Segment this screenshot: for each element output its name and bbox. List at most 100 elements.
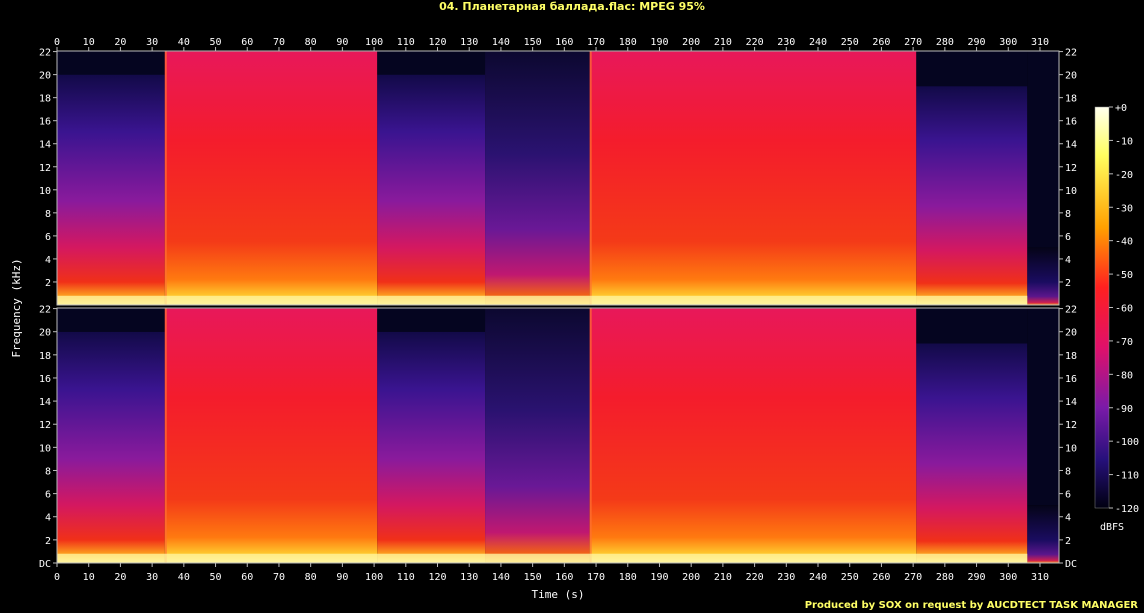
spectrum-segment <box>916 86 1028 305</box>
x-axis-label: Time (s) <box>532 588 585 601</box>
channel-panel-right <box>56 307 1060 564</box>
y-tick-label: 18 <box>39 94 51 105</box>
cutoff-region <box>1027 308 1059 506</box>
spectrum-segment <box>485 308 590 563</box>
x-tick-label: 170 <box>587 37 605 48</box>
y-tick-label: 2 <box>1065 278 1071 289</box>
y-tick-label: 20 <box>39 328 51 339</box>
x-tick-label: 280 <box>936 572 954 583</box>
x-tick-label: 80 <box>305 572 317 583</box>
x-tick-label: 110 <box>397 37 415 48</box>
x-tick-label: 230 <box>777 37 795 48</box>
colorbar-tick-label: -70 <box>1115 337 1133 348</box>
x-tick-label: 80 <box>305 37 317 48</box>
y-tick-label: 8 <box>45 209 51 220</box>
colorbar-tick-label: -100 <box>1115 437 1139 448</box>
x-tick-label: 10 <box>83 37 95 48</box>
y-tick-label: 2 <box>45 278 51 289</box>
y-tick-label: 12 <box>1065 163 1077 174</box>
x-tick-label: 140 <box>492 572 510 583</box>
x-tick-label: 60 <box>241 37 253 48</box>
x-tick-label: 150 <box>524 572 542 583</box>
colorbar-tick-label: -10 <box>1115 136 1133 147</box>
cutoff-region <box>916 308 1028 344</box>
x-tick-label: 310 <box>1031 572 1049 583</box>
cutoff-region <box>57 51 165 75</box>
x-tick-label: 210 <box>714 37 732 48</box>
x-tick-label: 260 <box>872 572 890 583</box>
spectrum-segment <box>377 74 486 306</box>
y-tick-label: 16 <box>39 117 51 128</box>
cutoff-region <box>1027 51 1059 248</box>
x-tick-label: 90 <box>336 572 348 583</box>
x-tick-label: 40 <box>178 37 190 48</box>
producer-credit: Produced by SOX on request by AUCDTECT T… <box>804 600 1138 611</box>
y-tick-label: 20 <box>39 71 51 82</box>
x-tick-label: 210 <box>714 572 732 583</box>
x-tick-label: 160 <box>555 37 573 48</box>
y-tick-label: 6 <box>1065 232 1071 243</box>
x-tick-label: 270 <box>904 572 922 583</box>
cutoff-region <box>377 51 486 75</box>
y-tick-label: 22 <box>1065 48 1077 59</box>
x-tick-label: 0 <box>54 572 60 583</box>
x-tick-label: 30 <box>146 572 158 583</box>
x-tick-label: 130 <box>460 572 478 583</box>
x-tick-label: 150 <box>524 37 542 48</box>
x-tick-label: 250 <box>841 572 859 583</box>
x-tick-label: 130 <box>460 37 478 48</box>
colorbar-tick-label: -90 <box>1115 404 1133 415</box>
y-tick-label: 6 <box>45 232 51 243</box>
cutoff-region <box>57 308 165 332</box>
y-tick-label: 2 <box>1065 536 1071 547</box>
spectrum-segment <box>485 51 590 306</box>
spectrum-segment <box>377 331 486 563</box>
y-tick-label: 10 <box>39 443 51 454</box>
y-tick-label: 20 <box>1065 71 1077 82</box>
spectrum-segment <box>1027 247 1059 305</box>
y-tick-label: 20 <box>1065 328 1077 339</box>
x-tick-label: 70 <box>273 572 285 583</box>
y-tick-label: 8 <box>1065 466 1071 477</box>
x-tick-label: 250 <box>841 37 859 48</box>
x-tick-label: 190 <box>650 37 668 48</box>
x-tick-label: 180 <box>619 572 637 583</box>
x-tick-label: 200 <box>682 572 700 583</box>
x-tick-label: 90 <box>336 37 348 48</box>
x-tick-label: 240 <box>809 572 827 583</box>
y-tick-label: 22 <box>1065 305 1077 316</box>
y-tick-label: 22 <box>39 305 51 316</box>
x-tick-label: 20 <box>114 37 126 48</box>
y-tick-label: 6 <box>45 490 51 501</box>
colorbar-tick-label: -80 <box>1115 370 1133 381</box>
onset-line <box>164 308 167 563</box>
x-tick-label: 140 <box>492 37 510 48</box>
y-tick-label: 12 <box>1065 420 1077 431</box>
colorbar-label: dBFS <box>1100 522 1124 533</box>
channel-panel-left <box>56 50 1060 306</box>
y-tick-label: 16 <box>39 374 51 385</box>
y-tick-label: 10 <box>39 186 51 197</box>
x-tick-label: 60 <box>241 572 253 583</box>
x-tick-label: 10 <box>83 572 95 583</box>
x-tick-label: 110 <box>397 572 415 583</box>
colorbar-tick-label: -40 <box>1115 237 1133 248</box>
x-tick-label: 230 <box>777 572 795 583</box>
y-tick-label: 12 <box>39 420 51 431</box>
x-tick-label: 50 <box>210 37 222 48</box>
colorbar-tick-label: -120 <box>1115 504 1139 515</box>
y-tick-label: 16 <box>1065 374 1077 385</box>
y-tick-label: 4 <box>45 255 51 266</box>
spectrum-segment <box>589 308 917 563</box>
x-tick-label: 310 <box>1031 37 1049 48</box>
x-tick-label: 180 <box>619 37 637 48</box>
x-tick-label: 280 <box>936 37 954 48</box>
bass-band <box>57 553 1028 563</box>
y-tick-label: DC <box>1065 559 1077 570</box>
colorbar <box>1094 106 1110 509</box>
cutoff-region <box>377 308 486 332</box>
x-tick-label: 30 <box>146 37 158 48</box>
x-tick-label: 170 <box>587 572 605 583</box>
y-tick-label: 14 <box>1065 397 1077 408</box>
colorbar-tick-label: -50 <box>1115 270 1133 281</box>
